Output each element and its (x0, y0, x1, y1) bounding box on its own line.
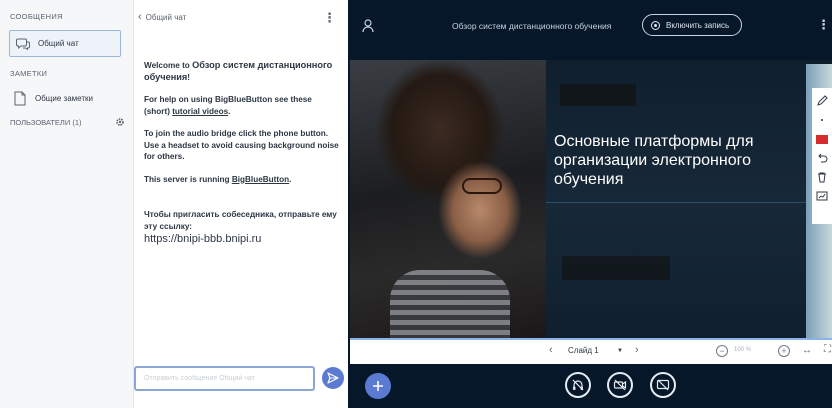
users-header: ПОЛЬЗОВАТЕЛИ (1) (10, 117, 125, 127)
undo-icon[interactable] (815, 151, 829, 165)
slide-decoration (562, 256, 670, 280)
record-button[interactable]: Включить запись (642, 14, 742, 36)
record-label: Включить запись (666, 20, 730, 30)
slide-title: Основные платформы для организации элект… (554, 133, 754, 188)
bigbluebutton-link[interactable]: BigBlueButton (232, 175, 289, 184)
fullscreen-icon[interactable]: ⛶ (824, 344, 831, 355)
invite-url[interactable]: https://bnipi-bbb.bnipi.ru (144, 233, 340, 246)
screen-share-button[interactable] (650, 372, 676, 398)
user-list-panel: СООБЩЕНИЯ Общий чат ЗАМЕТКИ Общие заметк… (0, 0, 134, 408)
send-icon (327, 372, 339, 384)
fit-width-icon[interactable]: ↔ (802, 345, 812, 356)
public-chat-label: Общий чат (38, 39, 79, 48)
server-suffix: . (289, 174, 292, 184)
invite-text: Чтобы пригласить собеседника, отправьте … (144, 210, 337, 231)
photo-detail (462, 178, 502, 194)
plus-icon (373, 381, 383, 391)
pencil-icon[interactable] (815, 94, 829, 108)
server-message: This server is running BigBlueButton. (144, 174, 340, 186)
top-bar: Обзор систем дистанционного обучения Вкл… (348, 0, 832, 58)
camera-button[interactable] (607, 372, 633, 398)
slide-background (546, 60, 806, 342)
caret-down-icon[interactable]: ▼ (617, 348, 623, 354)
audio-button[interactable] (565, 372, 591, 398)
help-suffix: . (228, 106, 231, 116)
zoom-out-icon[interactable]: − (716, 345, 728, 357)
chat-title[interactable]: Общий чат (146, 13, 187, 22)
next-slide-icon[interactable]: › (635, 344, 639, 356)
welcome-prefix: Welcome to (144, 61, 193, 70)
chat-icon (16, 38, 30, 50)
camera-off-icon (613, 379, 627, 391)
thickness-dot-icon[interactable] (815, 113, 829, 127)
shared-notes-item[interactable]: Общие заметки (14, 87, 93, 109)
send-button[interactable] (322, 367, 344, 389)
audio-message: To join the audio bridge click the phone… (144, 129, 339, 161)
slide-divider (546, 202, 806, 203)
zoom-level: 100 % (734, 347, 752, 353)
slide-photo (350, 60, 546, 342)
messages-heading: СООБЩЕНИЯ (10, 12, 63, 21)
chat-panel: ‹ Общий чат ⋮ Welcome to Обзор систем ди… (134, 0, 348, 408)
color-swatch (816, 134, 828, 144)
options-menu-icon[interactable]: ⋮ (817, 17, 830, 33)
presentation-area: Обзор систем дистанционного обучения Вкл… (348, 0, 832, 408)
message-input[interactable] (134, 366, 315, 391)
welcome-suffix: ! (187, 72, 191, 82)
notes-heading: ЗАМЕТКИ (10, 69, 48, 78)
slide-selector[interactable]: Слайд 1 (568, 346, 599, 355)
trash-icon[interactable] (815, 170, 829, 184)
headphones-off-icon (572, 379, 584, 391)
color-picker[interactable] (815, 132, 829, 146)
chat-header: ‹ Общий чат ⋮ (134, 0, 348, 34)
notes-icon (14, 91, 26, 106)
photo-detail-shirt (390, 270, 510, 342)
public-chat-item[interactable]: Общий чат (9, 30, 121, 57)
tutorial-videos-link[interactable]: tutorial videos (172, 107, 228, 116)
more-options-icon[interactable]: ⋮ (323, 10, 336, 26)
shared-notes-label: Общие заметки (35, 93, 93, 103)
whiteboard-icon[interactable] (815, 189, 829, 203)
gear-icon[interactable] (115, 117, 125, 127)
user-icon[interactable] (362, 19, 374, 33)
slide-decoration (560, 84, 636, 106)
presentation-slide: Основные платформы для организации элект… (350, 60, 832, 342)
slide-controls: ‹ Слайд 1 ▼ › − 100 % + ↔ ⛶ (350, 340, 832, 364)
users-heading: ПОЛЬЗОВАТЕЛИ (1) (10, 117, 82, 127)
chat-messages: Welcome to Обзор систем дистанционного о… (144, 60, 340, 257)
actions-button[interactable] (365, 373, 391, 399)
welcome-message: Welcome to Обзор систем дистанционного о… (144, 60, 340, 83)
server-prefix: This server is running (144, 174, 232, 184)
chevron-left-icon[interactable]: ‹ (138, 11, 142, 23)
screen-share-off-icon (656, 379, 670, 391)
invite-message: Чтобы пригласить собеседника, отправьте … (144, 209, 340, 246)
annotation-toolbar (812, 88, 832, 224)
bbb-window: СООБЩЕНИЯ Общий чат ЗАМЕТКИ Общие заметк… (0, 0, 832, 408)
zoom-in-icon[interactable]: + (778, 345, 790, 357)
meeting-title: Обзор систем дистанционного обучения (452, 21, 612, 31)
previous-slide-icon[interactable]: ‹ (549, 344, 553, 356)
record-icon (651, 20, 660, 30)
action-bar (348, 364, 832, 408)
help-message: For help on using BigBlueButton see thes… (144, 94, 340, 117)
